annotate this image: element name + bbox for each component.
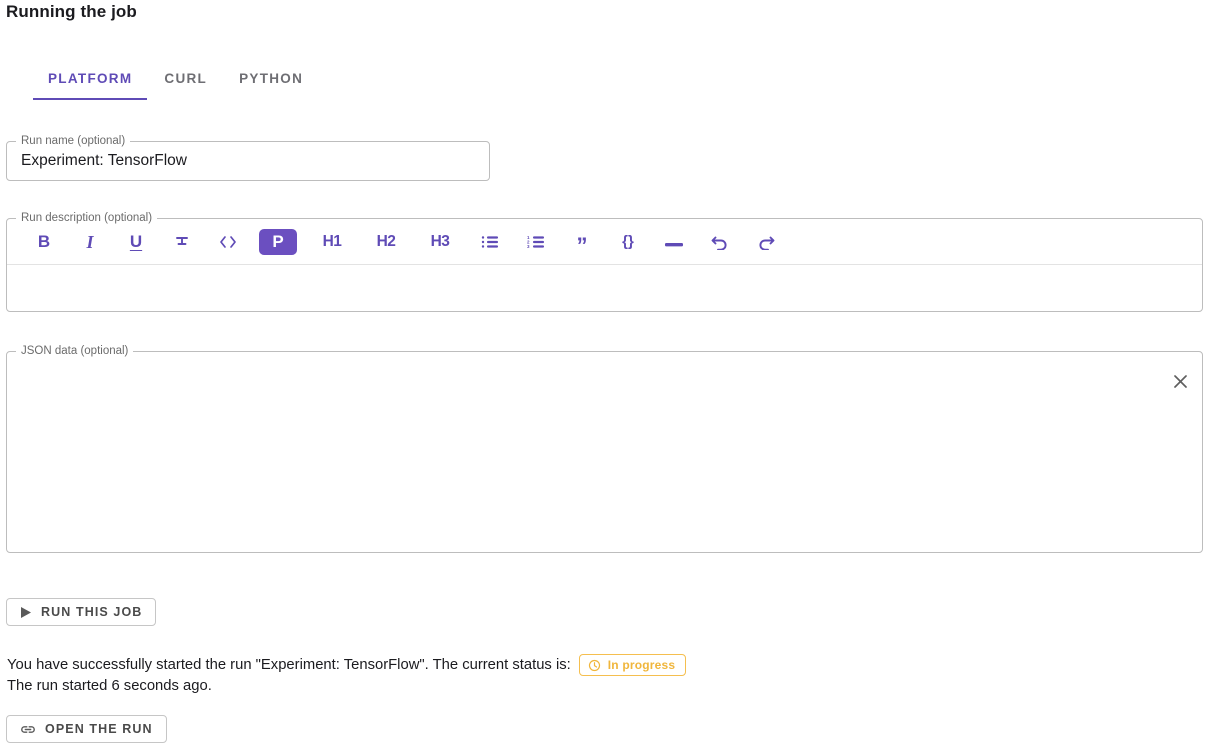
svg-text:3: 3: [527, 244, 530, 249]
run-this-job-button[interactable]: RUN THIS JOB: [6, 598, 156, 626]
tab-curl[interactable]: CURL: [148, 62, 223, 100]
run-name-field[interactable]: Run name (optional): [6, 141, 490, 181]
status-badge-label: In progress: [608, 658, 676, 672]
json-data-field[interactable]: JSON data (optional): [6, 351, 1203, 553]
blockquote-icon[interactable]: ”: [567, 229, 597, 255]
redo-icon[interactable]: [751, 229, 781, 255]
strikethrough-icon[interactable]: [167, 229, 197, 255]
open-the-run-button[interactable]: OPEN THE RUN: [6, 715, 167, 743]
heading-3-icon[interactable]: H3: [421, 229, 459, 255]
code-block-icon[interactable]: {}: [613, 229, 643, 255]
clock-icon: [588, 659, 601, 672]
play-icon: [20, 606, 32, 619]
undo-icon[interactable]: [705, 229, 735, 255]
run-this-job-label: RUN THIS JOB: [41, 605, 142, 619]
heading-1-icon[interactable]: H1: [313, 229, 351, 255]
italic-icon[interactable]: I: [75, 229, 105, 255]
tab-bar: PLATFORM CURL PYTHON: [32, 62, 319, 100]
link-icon: [20, 723, 36, 736]
tab-python[interactable]: PYTHON: [223, 62, 319, 100]
run-description-field: Run description (optional) B I U P H1 H2…: [6, 218, 1203, 312]
json-data-input[interactable]: [7, 352, 1202, 552]
status-badge[interactable]: In progress: [579, 654, 687, 676]
horizontal-rule-icon[interactable]: [659, 229, 689, 255]
status-message-text: You have successfully started the run "E…: [7, 657, 571, 673]
running-the-job-page: Running the job PLATFORM CURL PYTHON Run…: [0, 0, 1210, 747]
heading-2-icon[interactable]: H2: [367, 229, 405, 255]
page-title: Running the job: [6, 2, 137, 22]
numbered-list-icon[interactable]: 1 2 3: [521, 229, 551, 255]
run-description-editor[interactable]: [7, 266, 1202, 311]
underline-icon[interactable]: U: [121, 229, 151, 255]
status-message-line-1: You have successfully started the run "E…: [7, 654, 686, 676]
paragraph-icon[interactable]: P: [259, 229, 297, 255]
tab-platform[interactable]: PLATFORM: [32, 62, 148, 100]
close-icon[interactable]: [1167, 368, 1193, 394]
run-name-input[interactable]: [7, 142, 489, 180]
code-icon[interactable]: [213, 229, 243, 255]
open-the-run-label: OPEN THE RUN: [45, 722, 153, 736]
bullet-list-icon[interactable]: [475, 229, 505, 255]
bold-icon[interactable]: B: [29, 229, 59, 255]
rich-text-toolbar: B I U P H1 H2 H3: [7, 219, 1202, 265]
status-message-line-2: The run started 6 seconds ago.: [7, 678, 212, 694]
